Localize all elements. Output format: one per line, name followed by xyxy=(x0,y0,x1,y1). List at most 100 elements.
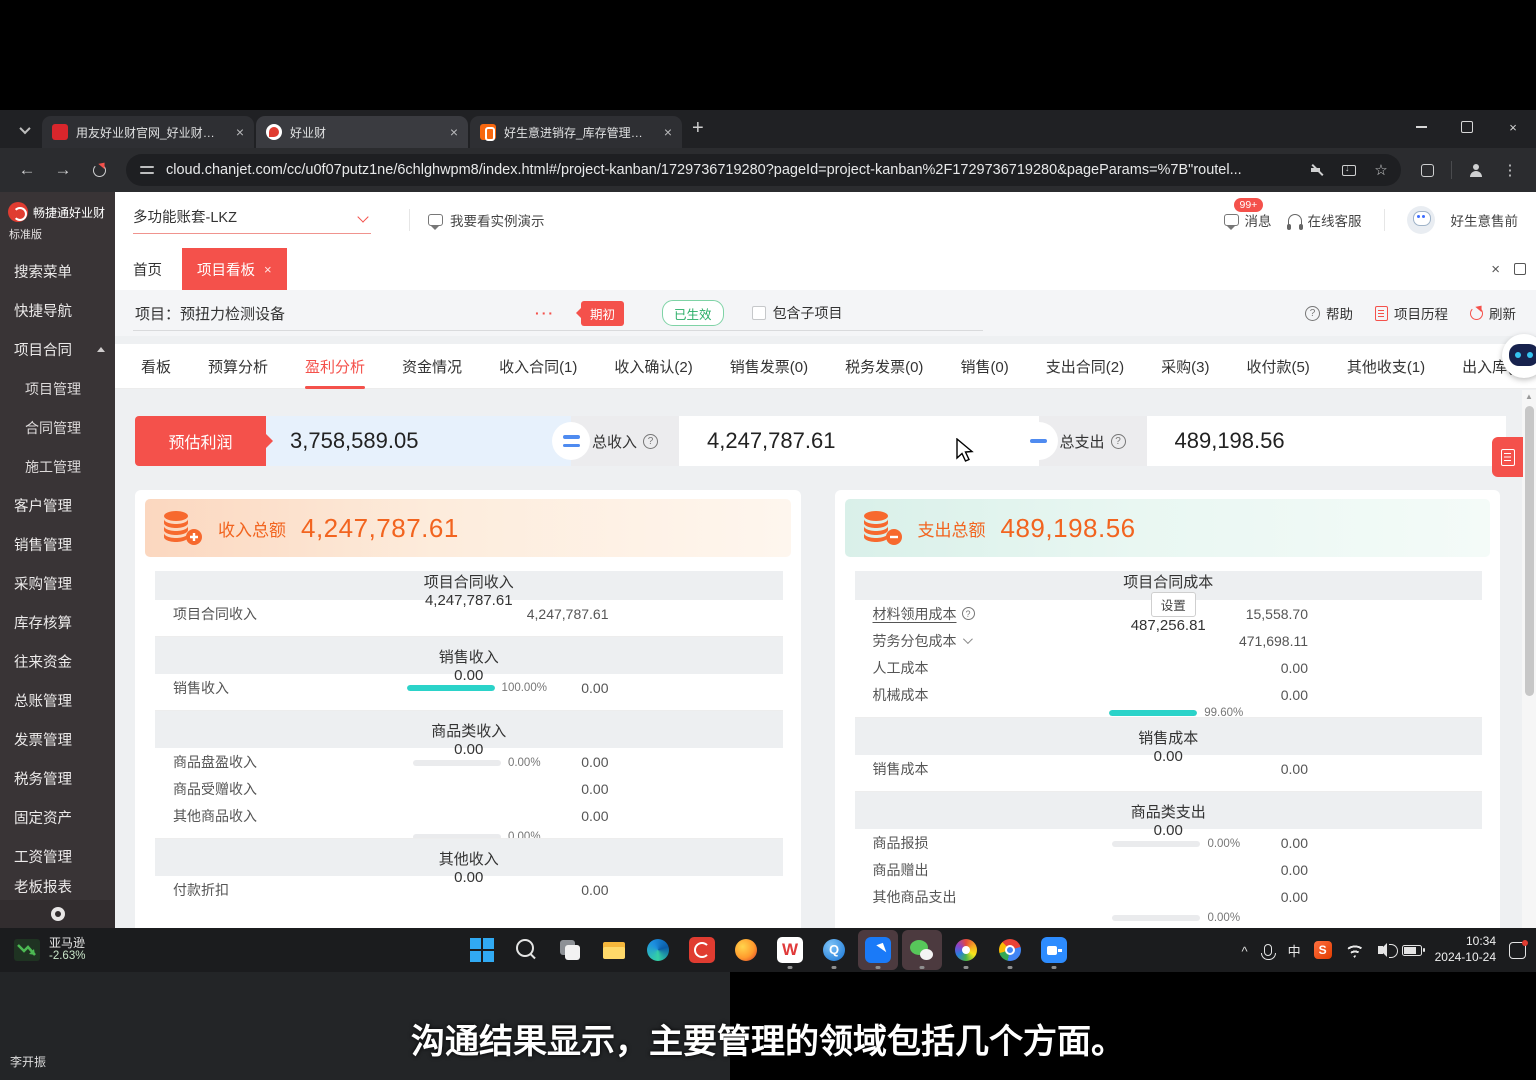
detail-tab[interactable]: 预算分析 xyxy=(208,356,268,377)
user-avatar[interactable] xyxy=(1406,206,1435,234)
help-icon[interactable]: ? xyxy=(1110,433,1126,449)
sidebar-item[interactable]: 销售管理 xyxy=(0,525,115,564)
gear-icon[interactable] xyxy=(50,907,65,921)
refresh-button[interactable]: 刷新 xyxy=(1470,303,1516,323)
new-tab-button[interactable]: + xyxy=(692,117,704,140)
project-name[interactable]: 预扭力检测设备 xyxy=(180,303,285,324)
sidebar-item[interactable]: 工资管理 xyxy=(0,837,115,876)
ime-indicator[interactable]: 中 xyxy=(1288,941,1301,960)
wechat-icon[interactable] xyxy=(902,930,942,970)
stock-widget[interactable]: 亚马逊 -2.63% xyxy=(14,928,85,972)
sogou-input-icon[interactable]: S xyxy=(1313,941,1332,959)
tab-home[interactable]: 首页 xyxy=(133,259,162,280)
sidebar-item[interactable]: 发票管理 xyxy=(0,720,115,759)
firefox-icon[interactable] xyxy=(726,930,766,970)
clock[interactable]: 10:34 2024-10-24 xyxy=(1435,934,1496,965)
browser-tab[interactable]: 用友好业财官网_好业财报价_a × xyxy=(42,116,254,148)
scroll-up-icon[interactable]: ▲ xyxy=(1525,392,1533,401)
browser-tab[interactable]: 好业财 × xyxy=(256,116,468,148)
reload-button[interactable] xyxy=(84,155,114,185)
notification-center-icon[interactable] xyxy=(1509,939,1528,959)
extensions-icon[interactable] xyxy=(1413,156,1441,184)
close-all-icon[interactable]: × xyxy=(1491,261,1500,278)
sidebar-item[interactable]: 往来资金 xyxy=(0,642,115,681)
file-explorer-icon[interactable] xyxy=(594,930,634,970)
maximize-button[interactable] xyxy=(1444,110,1490,144)
sidebar-item[interactable]: 快捷导航 xyxy=(0,291,115,330)
chrome-icon[interactable] xyxy=(990,930,1030,970)
sidebar-item[interactable]: 库存核算 xyxy=(0,603,115,642)
sidebar-item[interactable]: 施工管理 xyxy=(0,447,115,486)
detail-tab[interactable]: 销售发票(0) xyxy=(730,356,808,377)
sidebar-item[interactable]: 项目合同 xyxy=(0,330,115,369)
sidebar-item[interactable]: 合同管理 xyxy=(0,408,115,447)
site-info-icon[interactable] xyxy=(140,164,156,176)
help-icon[interactable]: ? xyxy=(961,607,975,620)
sidebar-item[interactable]: 项目管理 xyxy=(0,369,115,408)
install-app-icon[interactable] xyxy=(1335,156,1363,184)
profile-icon[interactable] xyxy=(1462,156,1490,184)
project-history-button[interactable]: 项目历程 xyxy=(1375,303,1448,323)
qq-browser-icon[interactable] xyxy=(814,930,854,970)
settings-button[interactable]: 设置 xyxy=(1150,592,1196,617)
sidebar-item[interactable]: 固定资产 xyxy=(0,798,115,837)
address-bar[interactable]: cloud.chanjet.com/cc/u0f07putz1ne/6chlgh… xyxy=(126,154,1401,186)
more-options-icon[interactable]: ··· xyxy=(535,305,555,321)
detail-tab[interactable]: 盈利分析 xyxy=(305,356,366,389)
account-selector[interactable]: 多功能账套-LKZ xyxy=(133,206,371,234)
forward-button[interactable]: → xyxy=(48,155,78,185)
color-wheel-app-icon[interactable] xyxy=(946,930,986,970)
browser-menu-icon[interactable]: ⋮ xyxy=(1496,156,1524,184)
sidebar-item[interactable]: 采购管理 xyxy=(0,564,115,603)
close-button[interactable]: × xyxy=(1490,110,1536,144)
search-icon[interactable] xyxy=(506,930,546,970)
wifi-icon[interactable] xyxy=(1344,943,1365,958)
sidebar-item[interactable]: 客户管理 xyxy=(0,486,115,525)
back-button[interactable]: ← xyxy=(12,155,42,185)
messages-button[interactable]: 99+ 消息 xyxy=(1223,198,1272,230)
detail-tab[interactable]: 采购(3) xyxy=(1161,356,1209,377)
sidebar-item[interactable]: 总账管理 xyxy=(0,681,115,720)
chanjet-app-icon[interactable] xyxy=(682,930,722,970)
browser-tab[interactable]: 好生意进销存_库存管理软件系 × xyxy=(470,116,682,148)
detail-tab[interactable]: 税务发票(0) xyxy=(845,356,923,377)
detail-tab[interactable]: 看板 xyxy=(141,356,171,377)
tab-close-icon[interactable]: × xyxy=(448,124,460,140)
tab-close-icon[interactable]: × xyxy=(234,124,246,140)
start-button[interactable] xyxy=(462,930,502,970)
detail-tab[interactable]: 其他收支(1) xyxy=(1347,356,1425,377)
speaker-icon[interactable] xyxy=(1377,943,1398,958)
help-icon[interactable]: ? xyxy=(643,433,658,449)
task-view-icon[interactable] xyxy=(550,930,590,970)
meeting-app-icon[interactable] xyxy=(1034,930,1074,970)
bluebird-app-icon[interactable] xyxy=(858,930,898,970)
tab-close-icon[interactable]: × xyxy=(264,262,272,277)
include-subprojects-checkbox[interactable]: 包含子项目 xyxy=(751,303,843,323)
detail-tab[interactable]: 销售(0) xyxy=(960,356,1008,377)
detail-tab[interactable]: 收入确认(2) xyxy=(614,356,692,377)
wps-icon[interactable] xyxy=(770,930,810,970)
sidebar-item[interactable]: 老板报表 xyxy=(0,876,115,896)
tray-expand-icon[interactable]: ^ xyxy=(1241,944,1247,959)
checkbox-icon[interactable] xyxy=(751,306,766,320)
vertical-scrollbar[interactable]: ▲ xyxy=(1522,390,1536,928)
tab-search-icon[interactable] xyxy=(12,117,38,143)
edge-icon[interactable] xyxy=(638,930,678,970)
mute-tab-icon[interactable] xyxy=(1303,156,1331,184)
tab-project-kanban[interactable]: 项目看板 × xyxy=(182,248,287,290)
detail-tab[interactable]: 支出合同(2) xyxy=(1046,356,1124,377)
help-button[interactable]: ? 帮助 xyxy=(1305,303,1353,323)
minimize-button[interactable] xyxy=(1398,110,1444,144)
sidebar-item[interactable]: 搜索菜单 xyxy=(0,252,115,291)
detail-tab[interactable]: 收付款(5) xyxy=(1246,356,1309,377)
scrollbar-thumb[interactable] xyxy=(1524,406,1534,696)
bookmark-star-icon[interactable]: ☆ xyxy=(1367,156,1395,184)
battery-icon[interactable] xyxy=(1401,944,1425,956)
demo-link[interactable]: 我要看实例演示 xyxy=(428,210,545,230)
microphone-icon[interactable] xyxy=(1260,944,1276,960)
sidebar-item[interactable]: 税务管理 xyxy=(0,759,115,798)
online-service-button[interactable]: 在线客服 xyxy=(1286,210,1362,230)
fullscreen-icon[interactable] xyxy=(1514,263,1526,275)
floating-report-button[interactable] xyxy=(1492,437,1523,477)
detail-tab[interactable]: 资金情况 xyxy=(402,356,462,377)
